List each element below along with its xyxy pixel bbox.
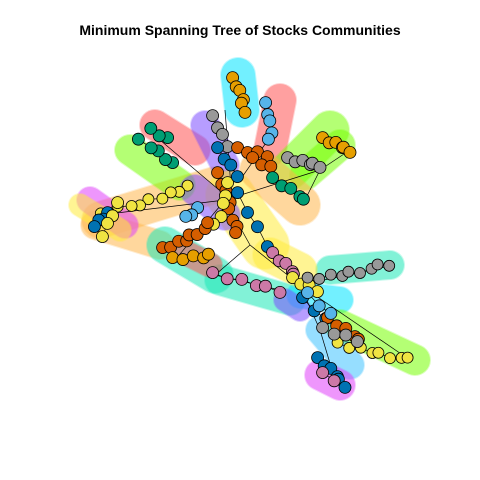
stock-node-gray [313,160,327,174]
stock-node-blue [241,206,254,219]
stock-node-vermillion [211,166,225,180]
stock-node-vermillion [264,159,278,173]
stock-node-yellow [401,351,414,364]
stock-node-green [144,141,158,155]
stock-node-orange [201,247,215,261]
stock-node-yellow [372,346,385,359]
stock-node-gray [327,327,341,341]
stock-node-blue [88,220,101,234]
stock-node-yellow [101,216,114,230]
stock-node-gray [216,127,229,141]
stock-node-gray [371,258,384,271]
stock-node-gray [342,265,355,278]
stock-node-gray [354,267,366,279]
stock-node-yellow [156,192,169,205]
stock-node-sky-blue [324,306,338,320]
stock-node-sky-blue [261,132,275,146]
stock-node-pink [327,374,341,388]
stock-node-pink [316,366,330,380]
stock-node-yellow [384,352,396,365]
mst-network-graph [68,57,431,401]
stock-node-green [144,121,158,135]
stock-node-pink [235,272,249,286]
stock-node-sky-blue [259,96,273,109]
stock-node-pink [258,279,272,293]
stock-node-gray [383,259,396,272]
stock-node-vermillion [201,216,215,230]
stock-node-sky-blue [312,299,326,313]
stock-node-blue [231,186,245,200]
stock-node-gray [324,268,337,281]
stock-node-gray [313,273,326,285]
stock-node-gray [339,328,353,342]
stock-node-blue [338,380,352,394]
stock-node-gray [350,335,364,349]
stock-node-yellow [216,196,230,210]
stock-node-yellow [96,230,109,244]
stock-node-sky-blue [263,114,277,128]
stock-node-sky-blue [179,209,193,223]
stock-node-gray [206,109,220,122]
stock-node-blue [251,220,264,234]
stock-node-orange [343,145,357,159]
stock-node-sky-blue [301,286,315,300]
stock-node-yellow [111,196,124,210]
stock-node-blue [230,170,244,184]
stock-node-orange [166,251,180,265]
stock-node-yellow [125,200,138,212]
stock-node-pink [220,272,234,286]
stock-node-gray [301,271,314,284]
stock-node-blue [224,158,238,172]
stock-node-pink [273,285,287,299]
stock-node-gray [316,321,330,335]
stock-node-green [296,192,310,206]
stock-node-orange [238,106,252,119]
stock-node-vermillion [229,226,243,240]
stock-node-blue [211,141,225,155]
stock-node-orange [186,249,200,263]
stock-node-green [131,132,145,146]
stock-node-pink [206,266,220,280]
